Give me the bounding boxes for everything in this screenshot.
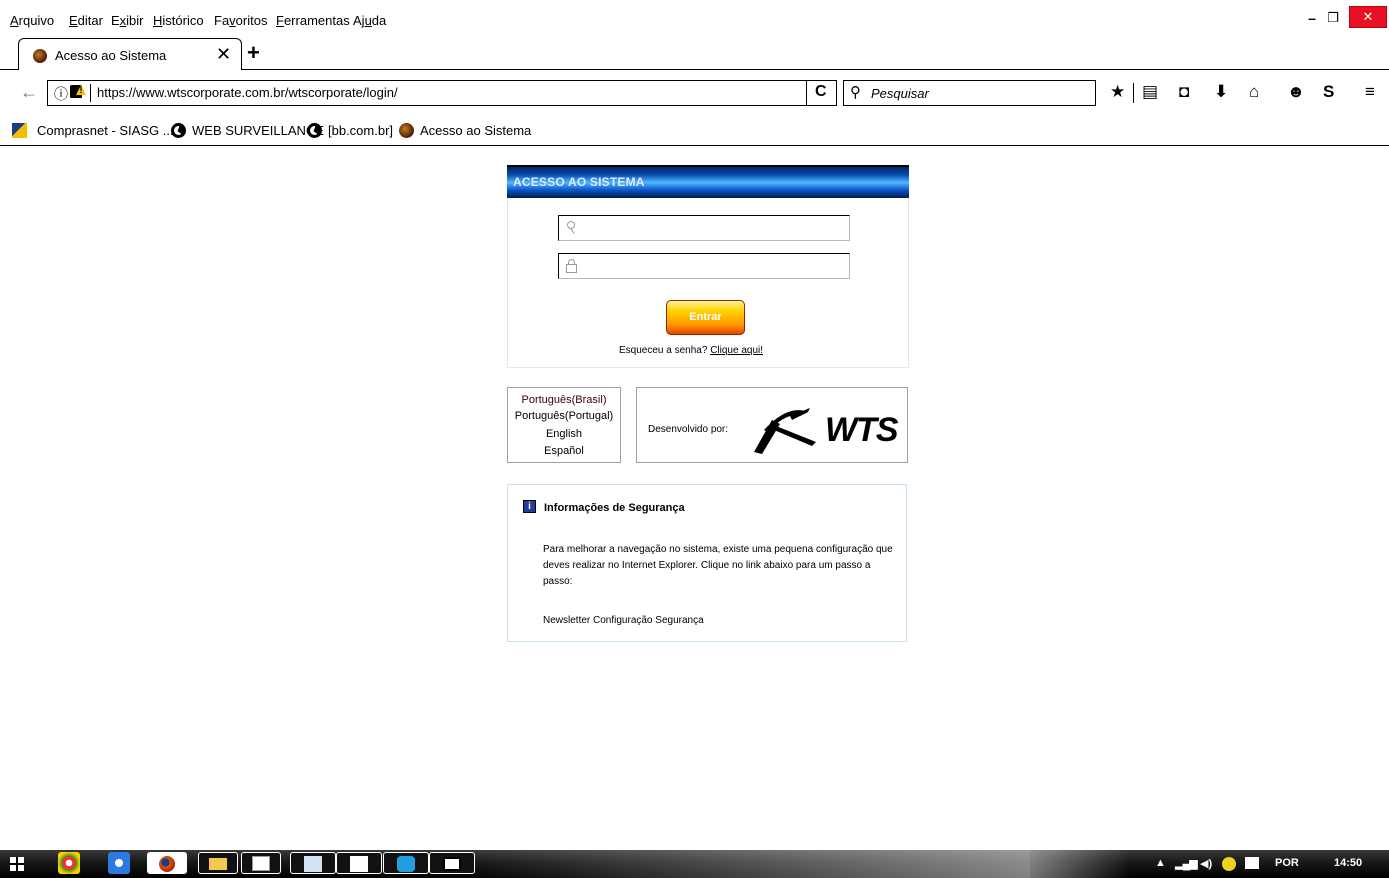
calendar-taskbar-button[interactable] [336,852,382,874]
hello-icon[interactable]: ☻ [1287,82,1305,102]
skype-taskbar-button[interactable] [383,852,429,874]
menu-bar: Arquivo Editar Exibir Histórico Favorito… [0,0,1389,42]
taskbar-glare [1030,850,1130,878]
menu-ferramentas[interactable]: Ferramentas [276,13,350,28]
start-button-icon[interactable] [10,857,24,871]
bookmarks-divider [0,145,1389,146]
clock[interactable]: 14:50 [1334,857,1362,869]
site-info-icon[interactable]: ⓘ [54,84,68,104]
lock-icon [566,259,577,273]
comprasnet-icon [12,123,27,138]
close-tab-icon[interactable]: ✕ [216,44,231,65]
hamburger-menu-icon[interactable]: ≡ [1365,82,1375,102]
window-icon [443,857,461,871]
forgot-password-text: Esqueceu a senha? [619,345,708,356]
volume-icon[interactable]: ◀) [1200,857,1212,870]
developer-label: Desenvolvido por: [648,424,729,435]
url-separator [90,84,91,102]
bookmark-star-icon[interactable]: ★ [1110,82,1125,102]
security-newsletter-link[interactable]: Newsletter Configuração Segurança [543,615,704,626]
reload-icon[interactable]: C [815,83,827,101]
insecure-lock-icon[interactable] [70,85,82,98]
wts-logo-text: WTS [825,411,899,449]
bookmark-bb[interactable]: [bb.com.br] [328,123,393,138]
login-header-title: ACESSO AO SISTEMA [513,175,645,189]
login-header: ACESSO AO SISTEMA [507,165,909,198]
menu-favoritos[interactable]: Favoritos [214,13,267,28]
language-es[interactable]: Español [508,445,620,457]
app-icon [304,856,322,872]
menu-editar[interactable]: Editar [69,13,103,28]
search-icon: ⚲ [850,84,861,101]
skype-icon [397,856,415,872]
internet-explorer-icon[interactable] [108,852,130,874]
menu-arquivo[interactable]: Arquivo [10,13,54,28]
login-button[interactable]: Entrar [666,300,745,335]
bookmark-comprasnet[interactable]: Comprasnet - SIASG ... [37,123,174,138]
menu-ajuda[interactable]: Ajuda [353,13,386,28]
reading-list-icon[interactable]: ▤ [1142,82,1158,102]
window-taskbar-button[interactable] [429,852,475,874]
toolbar-separator [1133,83,1134,103]
url-bar[interactable]: ⓘ https://www.wtscorporate.com.br/wtscor… [47,80,837,106]
language-en[interactable]: English [508,428,620,440]
reload-separator [806,81,807,105]
maximize-button[interactable]: ❐ [1326,10,1340,26]
chrome-icon[interactable] [58,852,80,874]
user-icon [566,221,576,234]
monitor-icon [252,856,270,871]
language-pt-br[interactable]: Português(Brasil) [508,394,620,406]
globe-icon [171,123,186,138]
calendar-icon [350,856,368,872]
firefox-icon [159,856,175,872]
security-info-text: Para melhorar a navegação no sistema, ex… [543,544,893,587]
username-field[interactable] [558,215,850,241]
explorer-taskbar-button[interactable] [198,852,238,874]
security-info-box: i Informações de Segurança Para melhorar… [507,484,907,642]
menu-historico[interactable]: Histórico [153,13,204,28]
language-selector: Português(Brasil) Português(Portugal) En… [507,387,621,463]
show-hidden-icons-icon[interactable]: ▲ [1155,857,1166,869]
security-info-title: Informações de Segurança [544,502,685,514]
folder-icon [209,858,227,870]
globe-icon [307,123,322,138]
taskbar-glare [460,850,1030,878]
minimize-button[interactable]: – [1305,10,1319,26]
input-language[interactable]: POR [1275,857,1299,869]
search-bar[interactable]: ⚲ Pesquisar [843,80,1096,106]
bookmark-acesso-ao-sistema[interactable]: Acesso ao Sistema [420,123,531,138]
network-computer-icon[interactable] [1245,857,1259,869]
home-icon[interactable]: ⌂ [1249,82,1259,102]
menu-exibir[interactable]: Exibir [111,13,144,28]
tab-title: Acesso ao Sistema [55,48,167,63]
site-favicon-icon [33,49,47,63]
developer-box: Desenvolvido por: WTS [636,387,908,463]
new-tab-button[interactable]: + [247,42,260,64]
info-icon: i [523,500,536,513]
pocket-icon[interactable]: ◘ [1179,82,1189,102]
back-button[interactable]: ← [20,82,38,103]
search-placeholder[interactable]: Pesquisar [871,86,929,101]
url-text[interactable]: https://www.wtscorporate.com.br/wtscorpo… [97,85,398,100]
network-signal-icon[interactable]: ▂▄▆ [1175,857,1198,870]
app-taskbar-button[interactable] [290,852,336,874]
language-pt-pt[interactable]: Português(Portugal) [508,410,620,422]
monitor-taskbar-button[interactable] [241,852,281,874]
downloads-icon[interactable]: ⬇ [1214,82,1228,102]
firefox-taskbar-button[interactable] [147,852,187,874]
bookmark-web-surveillance[interactable]: WEB SURVEILLANCE [192,123,324,138]
site-favicon-icon [399,123,414,138]
forgot-password: Esqueceu a senha? Clique aqui! [619,345,763,356]
skype-icon[interactable]: S [1323,82,1334,102]
notification-bulb-icon[interactable] [1222,857,1236,871]
password-field[interactable] [558,253,850,279]
forgot-password-link[interactable]: Clique aqui! [710,345,763,356]
close-window-button[interactable]: ✕ [1349,6,1387,28]
tab-acesso-ao-sistema[interactable]: Acesso ao Sistema ✕ [18,38,242,70]
